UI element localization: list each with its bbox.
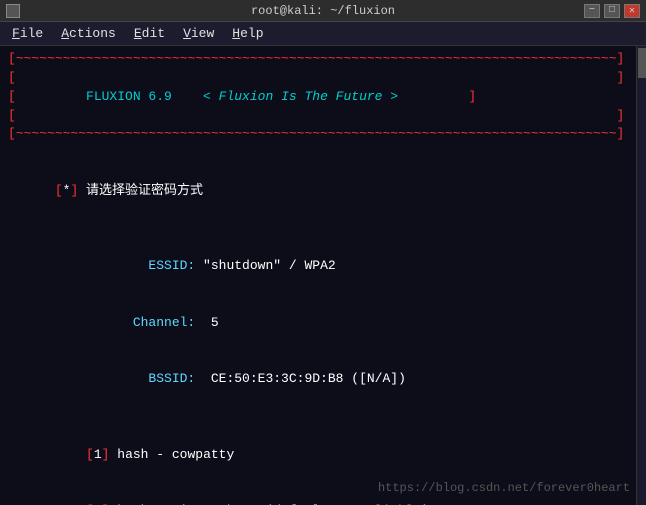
menu-bar: File Actions Edit View Help: [0, 22, 646, 46]
close-button[interactable]: ✕: [624, 4, 640, 18]
blank-2: [8, 220, 624, 239]
selection-prompt: [*] 请选择验证密码方式: [8, 163, 624, 220]
blank-1: [8, 144, 624, 163]
banner-border-top: [~~~~~~~~~~~~~~~~~~~~~~~~~~~~~~~~~~~~~~~…: [8, 50, 624, 69]
blank-3: [8, 408, 624, 427]
essid-line: ESSID: "shutdown" / WPA2: [8, 238, 624, 295]
terminal-content: [~~~~~~~~~~~~~~~~~~~~~~~~~~~~~~~~~~~~~~~…: [8, 50, 638, 505]
bssid-line: BSSID: CE:50:E3:3C:9D:B8 ([N/A]): [8, 352, 624, 409]
banner-left-2: [ ]: [8, 107, 624, 126]
title-bar-left: [6, 4, 20, 18]
terminal-window: [~~~~~~~~~~~~~~~~~~~~~~~~~~~~~~~~~~~~~~~…: [0, 46, 646, 505]
window-icon: [6, 4, 20, 18]
scrollbar-thumb[interactable]: [638, 48, 646, 78]
banner-left-1: [ ]: [8, 69, 624, 88]
banner-header: [ FLUXION 6.9 < Fluxion Is The Future > …: [8, 88, 624, 107]
banner-border-bottom: [~~~~~~~~~~~~~~~~~~~~~~~~~~~~~~~~~~~~~~~…: [8, 125, 624, 144]
menu-actions[interactable]: Actions: [53, 24, 124, 43]
maximize-button[interactable]: □: [604, 4, 620, 18]
watermark: https://blog.csdn.net/forever0heart: [378, 480, 630, 497]
option1-line: [1] hash - cowpatty: [8, 427, 624, 484]
menu-edit[interactable]: Edit: [126, 24, 173, 43]
menu-file[interactable]: File: [4, 24, 51, 43]
minimize-button[interactable]: −: [584, 4, 600, 18]
menu-help[interactable]: Help: [224, 24, 271, 43]
window-title: root@kali: ~/fluxion: [251, 4, 395, 18]
menu-view[interactable]: View: [175, 24, 222, 43]
window-controls: − □ ✕: [584, 4, 640, 18]
title-bar: root@kali: ~/fluxion − □ ✕: [0, 0, 646, 22]
channel-line: Channel: 5: [8, 295, 624, 352]
scrollbar[interactable]: [636, 46, 646, 505]
